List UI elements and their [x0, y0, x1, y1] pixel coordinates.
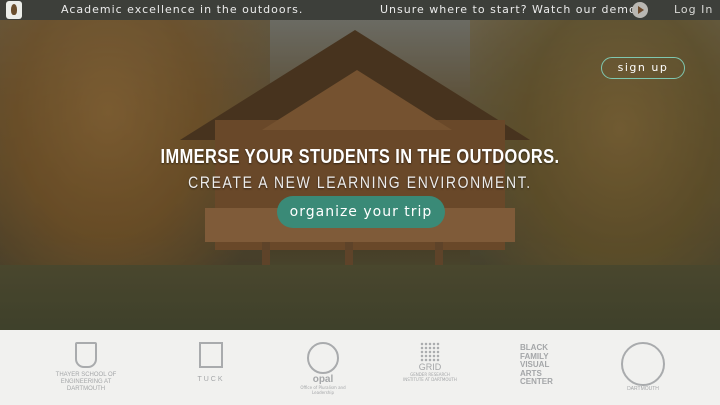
dartmouth-seal-icon — [621, 342, 665, 386]
grid-logo[interactable]: GRID GENDER RESEARCH INSTITUTE AT DARTMO… — [402, 342, 458, 382]
login-link[interactable]: Log In — [674, 3, 713, 16]
thayer-name: THAYER SCHOOL OF ENGINEERING AT DARTMOUT… — [55, 372, 117, 392]
grid-dots-icon — [420, 342, 440, 362]
black-family-line: CENTER — [520, 377, 553, 386]
grid-name: GRID — [418, 362, 442, 372]
thayer-shield-icon — [75, 342, 97, 368]
hero-headline: IMMERSE YOUR STUDENTS IN THE OUTDOORS. — [160, 146, 560, 168]
tagline: Academic excellence in the outdoors. — [61, 3, 304, 16]
opal-name: opal — [312, 374, 334, 385]
black-family-logo[interactable]: BLACK FAMILY VISUAL ARTS CENTER — [520, 343, 566, 387]
play-icon[interactable] — [632, 2, 648, 18]
demo-link[interactable]: Unsure where to start? Watch our demo! — [380, 3, 642, 16]
opal-logo[interactable]: opal Office of Pluralism and Leadership — [300, 342, 346, 395]
thayer-logo[interactable]: THAYER SCHOOL OF ENGINEERING AT DARTMOUT… — [55, 342, 117, 393]
hero-section: sign up IMMERSE YOUR STUDENTS IN THE OUT… — [0, 20, 720, 330]
organize-trip-button[interactable]: organize your trip — [277, 196, 445, 228]
top-bar: Academic excellence in the outdoors. Uns… — [0, 0, 720, 20]
dartmouth-name: DARTMOUTH — [627, 386, 659, 392]
dartmouth-logo[interactable]: DARTMOUTH — [620, 342, 666, 392]
grid-subtitle: GENDER RESEARCH INSTITUTE AT DARTMOUTH — [403, 372, 457, 382]
opal-circle-icon — [307, 342, 339, 374]
tuck-logo[interactable]: TUCK — [193, 342, 229, 383]
opal-subtitle: Office of Pluralism and Leadership — [300, 385, 346, 395]
partner-logos: THAYER SCHOOL OF ENGINEERING AT DARTMOUT… — [0, 330, 720, 405]
tuck-name: TUCK — [197, 376, 225, 383]
tree-logo-icon[interactable] — [6, 1, 22, 19]
hero-subheadline: CREATE A NEW LEARNING ENVIRONMENT. — [188, 173, 532, 192]
signup-button[interactable]: sign up — [601, 57, 685, 79]
leaf-icon — [11, 4, 17, 15]
tuck-shield-icon — [199, 342, 223, 368]
